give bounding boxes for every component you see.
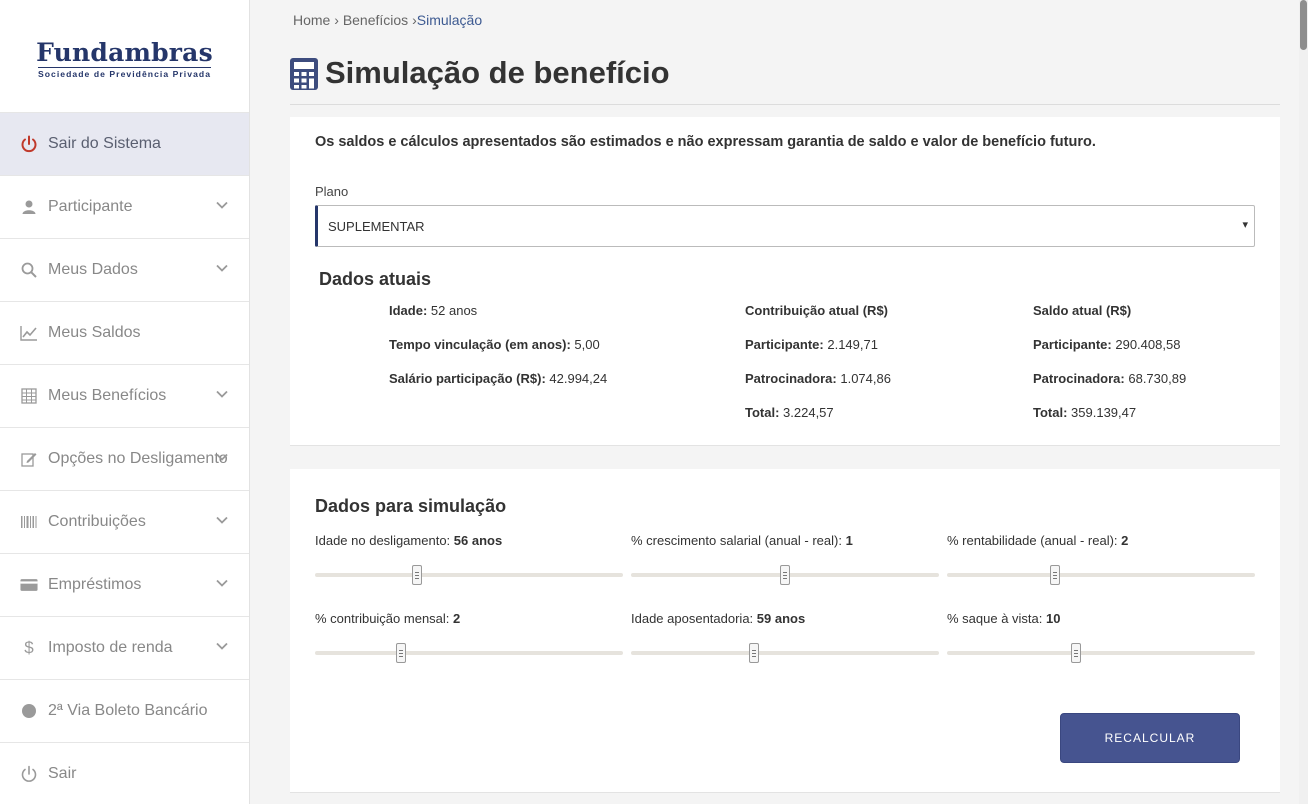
breadcrumb-separator: ›	[334, 12, 339, 28]
sidebar-item-label: Opções no Desligamento	[48, 450, 228, 467]
breadcrumb-home[interactable]: Home	[293, 12, 330, 28]
sidebar-item-contribuicoes[interactable]: Contribuições	[0, 490, 249, 553]
rentabilidade-slider[interactable]	[947, 565, 1255, 585]
saque-vista-label: % saque à vista: 10	[947, 611, 1061, 626]
breadcrumb-current: Simulação	[416, 12, 483, 28]
saque-vista-slider[interactable]	[947, 643, 1255, 663]
sidebar-item-sair[interactable]: Sair	[0, 742, 249, 804]
slider-handle[interactable]	[1049, 565, 1060, 585]
breadcrumb: Home › Benefícios ›Simulação	[293, 12, 482, 28]
sidebar-item-label: Contribuições	[48, 513, 146, 530]
saldo-patrocinadora-value: Patrocinadora: 68.730,89	[1033, 371, 1187, 386]
simulation-card: Dados para simulação Idade no desligamen…	[290, 469, 1280, 793]
saldo-participante-value: Participante: 290.408,58	[1033, 337, 1181, 352]
sidebar-item-imposto-de-renda[interactable]: $ Imposto de renda	[0, 616, 249, 679]
dollar-icon: $	[24, 638, 34, 657]
brand-subtitle: Sociedade de Previdência Privada	[37, 66, 212, 79]
circle-icon	[20, 702, 38, 720]
salario-participacao-value: Salário participação (R$): 42.994,24	[389, 371, 608, 386]
sidebar-item-opcoes-no-desligamento[interactable]: Opções no Desligamento	[0, 427, 249, 490]
slider-handle[interactable]	[1071, 643, 1082, 663]
tempo-vinculacao-value: Tempo vinculação (em anos): 5,00	[389, 337, 600, 352]
dados-simulacao-title: Dados para simulação	[315, 496, 507, 516]
saldo-total-value: Total: 359.139,47	[1033, 405, 1137, 420]
recalcular-button[interactable]: RECALCULAR	[1060, 713, 1240, 763]
page-header: Simulação de benefício	[290, 56, 1280, 105]
chevron-down-icon	[216, 516, 228, 524]
crescimento-salarial-slider[interactable]	[631, 565, 939, 585]
calculator-icon	[290, 58, 318, 90]
sidebar-item-sair-do-sistema[interactable]: Sair do Sistema	[0, 112, 249, 175]
sidebar-item-meus-saldos[interactable]: Meus Saldos	[0, 301, 249, 364]
contribuicao-atual-header: Contribuição atual (R$)	[745, 303, 889, 318]
disclaimer-text: Os saldos e cálculos apresentados são es…	[315, 134, 1096, 150]
idade-desligamento-slider[interactable]	[315, 565, 623, 585]
dropdown-arrow-icon: ▾	[1242, 219, 1248, 231]
sidebar-item-participante[interactable]: Participante	[0, 175, 249, 238]
saldo-atual-header: Saldo atual (R$)	[1033, 303, 1132, 318]
idade-desligamento-label: Idade no desligamento: 56 anos	[315, 533, 503, 548]
sidebar-item-label: Participante	[48, 198, 133, 215]
sidebar-item-label: Sair	[48, 765, 77, 782]
barcode-icon	[20, 513, 38, 531]
current-data-card: Os saldos e cálculos apresentados são es…	[290, 117, 1280, 446]
line-chart-icon	[20, 324, 38, 342]
vertical-scrollbar[interactable]	[1299, 0, 1308, 804]
contribuicao-mensal-label: % contribuição mensal: 2	[315, 611, 461, 626]
user-icon	[20, 198, 38, 216]
crescimento-salarial-label: % crescimento salarial (anual - real): 1	[631, 533, 853, 548]
contribuicao-total-value: Total: 3.224,57	[745, 405, 834, 420]
breadcrumb-beneficios[interactable]: Benefícios	[343, 12, 408, 28]
chevron-down-icon	[216, 642, 228, 650]
sidebar-item-label: Meus Benefícios	[48, 387, 167, 404]
chevron-down-icon	[216, 201, 228, 209]
plano-selected-value: SUPLEMENTAR	[328, 218, 425, 234]
sidebar-item-label: 2ª Via Boleto Bancário	[48, 702, 208, 719]
contribuicao-participante-value: Participante: 2.149,71	[745, 337, 878, 352]
scrollbar-thumb[interactable]	[1300, 0, 1307, 50]
slider-handle[interactable]	[780, 565, 790, 585]
sidebar-item-label: Empréstimos	[48, 576, 142, 593]
brand-name: Fundambras	[36, 37, 213, 67]
idade-aposentadoria-slider[interactable]	[631, 643, 939, 663]
table-icon	[20, 387, 38, 405]
credit-card-icon	[20, 576, 38, 594]
chevron-down-icon	[216, 579, 228, 587]
plano-label: Plano	[315, 184, 349, 199]
chevron-down-icon	[216, 264, 228, 272]
sidebar-item-meus-beneficios[interactable]: Meus Benefícios	[0, 364, 249, 427]
contribuicao-mensal-slider[interactable]	[315, 643, 623, 663]
chevron-down-icon	[216, 453, 228, 461]
brand-logo[interactable]: Fundambras Sociedade de Previdência Priv…	[0, 0, 249, 112]
page-title: Simulação de benefício	[325, 55, 670, 90]
sidebar-item-label: Meus Dados	[48, 261, 138, 278]
idade-value: Idade: 52 anos	[389, 303, 478, 318]
plano-select[interactable]: SUPLEMENTAR ▾	[315, 205, 1255, 247]
sidebar-item-label: Imposto de renda	[48, 639, 173, 656]
search-icon	[20, 261, 38, 279]
idade-aposentadoria-label: Idade aposentadoria: 59 anos	[631, 611, 806, 626]
contribuicao-patrocinadora-value: Patrocinadora: 1.074,86	[745, 371, 891, 386]
edit-icon	[20, 450, 38, 468]
sidebar: Fundambras Sociedade de Previdência Priv…	[0, 0, 250, 804]
slider-handle[interactable]	[411, 565, 422, 585]
power-icon	[20, 135, 38, 153]
slider-handle[interactable]	[749, 643, 760, 663]
dados-atuais-title: Dados atuais	[319, 269, 432, 289]
rentabilidade-label: % rentabilidade (anual - real): 2	[947, 533, 1129, 548]
chevron-down-icon	[216, 390, 228, 398]
sidebar-item-label: Sair do Sistema	[48, 135, 161, 152]
power-icon	[20, 765, 38, 783]
sidebar-item-label: Meus Saldos	[48, 324, 141, 341]
slider-handle[interactable]	[396, 643, 407, 663]
sidebar-item-emprestimos[interactable]: Empréstimos	[0, 553, 249, 616]
sidebar-item-meus-dados[interactable]: Meus Dados	[0, 238, 249, 301]
sidebar-item-segunda-via-boleto[interactable]: 2ª Via Boleto Bancário	[0, 679, 249, 742]
